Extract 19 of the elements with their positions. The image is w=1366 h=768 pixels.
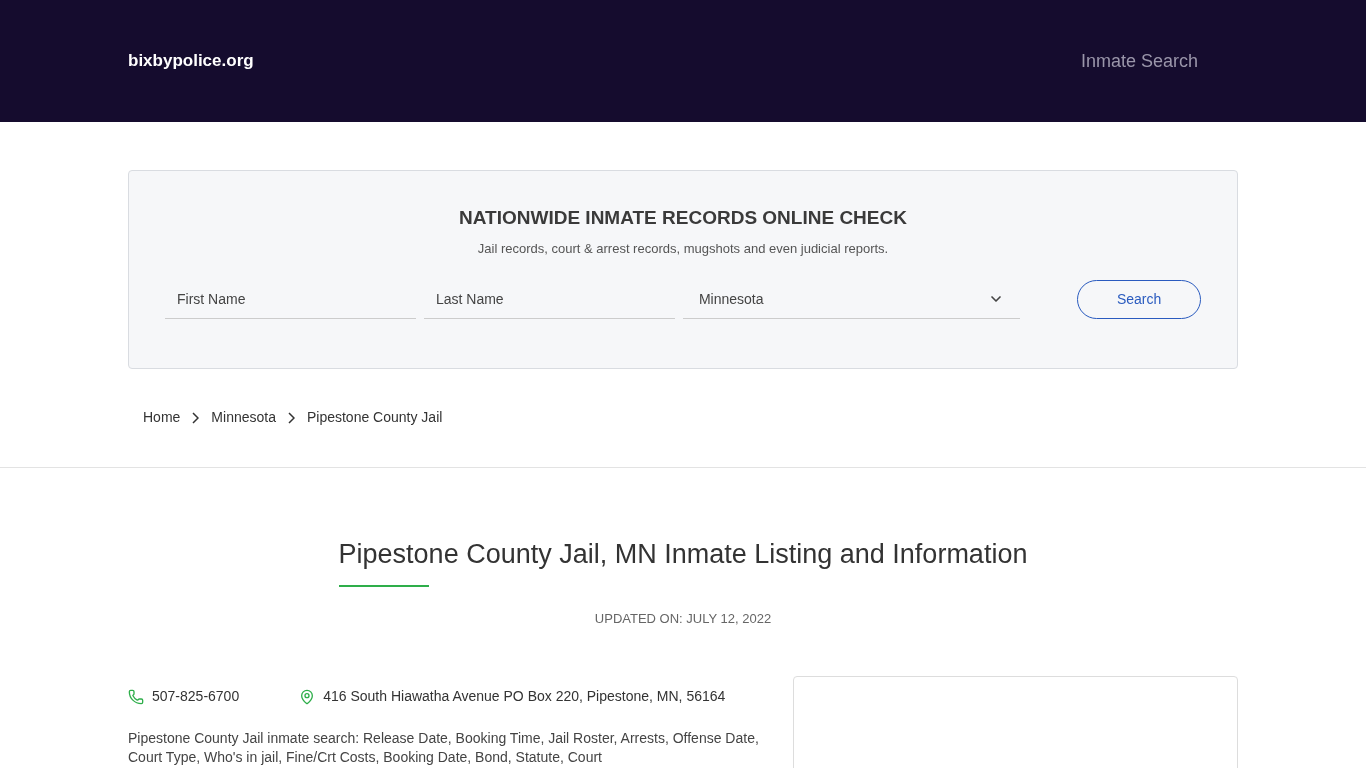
chevron-right-icon	[287, 411, 295, 424]
location-pin-icon	[299, 688, 316, 705]
panel-subtitle: Jail records, court & arrest records, mugshots and even judicial reports.	[477, 239, 889, 258]
address-text: 416 South Hiawatha Avenue PO Box 220, Pipestone, MN, 56164	[323, 687, 726, 706]
phone-number: 507-825-6700	[152, 687, 240, 706]
description-text: Pipestone County Jail inmate search: Release Date, Booking Time, Jail Roster, Arrests, Offense Date, Court Type, Who's in jail, Fine/Crt Costs, Booking Date, Bond, Statute, Court	[128, 729, 760, 767]
last-name-field[interactable]: Last Name	[423, 280, 675, 319]
nav-link[interactable]: Inmate Search	[1080, 47, 1198, 75]
chevron-right-icon	[192, 411, 200, 424]
breadcrumb-link[interactable]: Home	[143, 407, 181, 428]
phone-icon	[128, 688, 144, 705]
breadcrumb-link[interactable]: Pipestone County Jail	[306, 407, 443, 428]
page-title: Pipestone County Jail, MN Inmate Listing and Information	[338, 538, 1028, 571]
site-logo-link[interactable]: bixbypolice.org	[128, 48, 254, 74]
first-name-field[interactable]: First Name	[165, 280, 416, 319]
panel-title: NATIONWIDE INMATE RECORDS ONLINE CHECK	[459, 206, 907, 230]
updated-date: UPDATED ON: JULY 12, 2022	[594, 609, 772, 628]
breadcrumb-link[interactable]: Minnesota	[211, 407, 276, 428]
state-select[interactable]: Minnesota	[682, 280, 1021, 319]
